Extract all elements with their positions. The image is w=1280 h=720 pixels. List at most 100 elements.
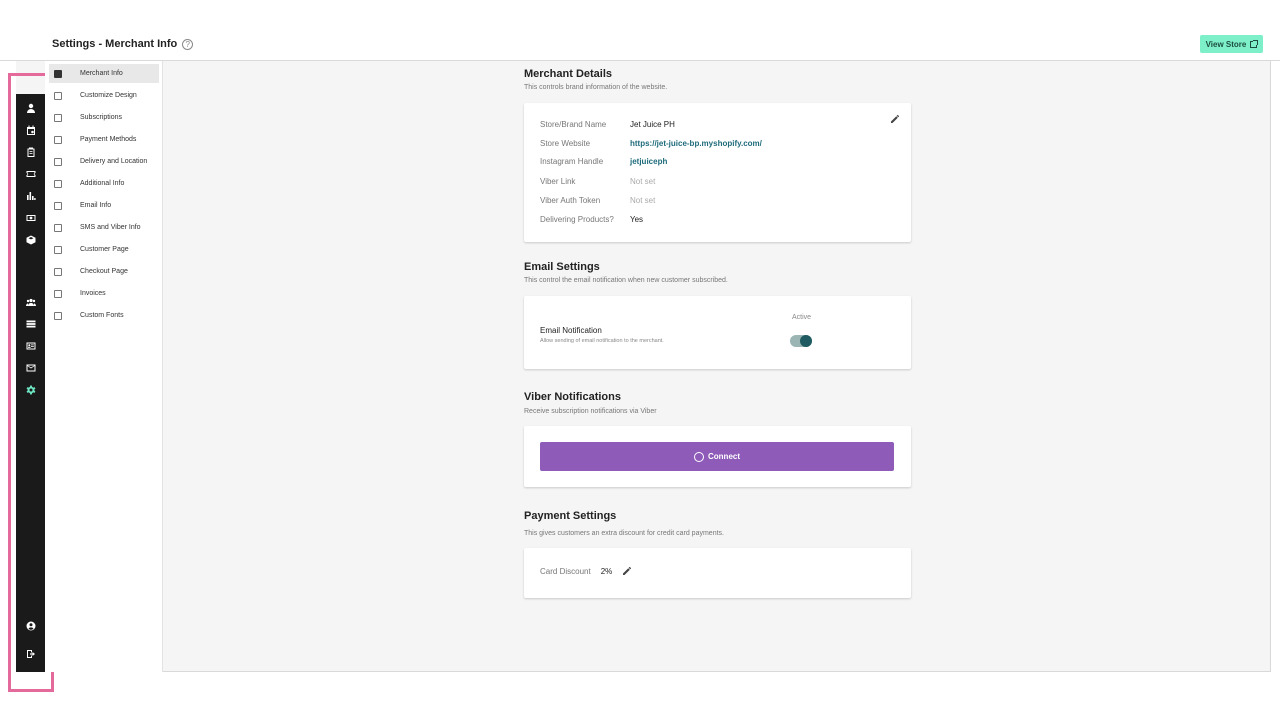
invoice-icon [54, 289, 62, 298]
nav-item-subscriptions[interactable]: Subscriptions [49, 108, 159, 127]
active-status-label: Active [792, 314, 812, 321]
email-notification-desc: Allow sending of email notification to t… [540, 338, 664, 344]
viber-notifications-title: Viber Notifications [524, 391, 621, 403]
nav-item-additional-info[interactable]: Additional Info [49, 174, 159, 193]
merchant-details-subtitle: This controls brand information of the w… [524, 84, 668, 91]
nav-label: Delivery and Location [80, 158, 148, 165]
instagram-link[interactable]: jetjuiceph [630, 157, 667, 166]
settings-nav: Merchant Info Customize Design Subscript… [45, 61, 163, 672]
icon-rail [16, 94, 45, 672]
page-title: Settings - Merchant Info ? [52, 38, 194, 50]
account-circle-icon[interactable] [16, 618, 45, 634]
credit-card-icon [54, 135, 62, 144]
payment-settings-card: Card Discount 2% [524, 548, 911, 598]
calendar-icon[interactable] [16, 122, 45, 138]
group-icon[interactable] [16, 294, 45, 310]
viber-card: Connect [524, 426, 911, 487]
money-icon[interactable] [16, 210, 45, 226]
field-value: Jet Juice PH [630, 120, 675, 129]
help-icon[interactable]: ? [182, 38, 194, 50]
connect-button[interactable]: Connect [540, 442, 894, 471]
connect-label: Connect [708, 452, 740, 461]
field-row: Viber Link Not set [540, 177, 655, 186]
edit-icon[interactable] [622, 566, 632, 576]
nav-label: Email Info [80, 202, 112, 209]
mail-icon [54, 201, 62, 210]
nav-label: SMS and Viber Info [80, 224, 141, 231]
field-label: Delivering Products? [540, 215, 614, 224]
field-row: Delivering Products? Yes [540, 215, 643, 224]
bar-chart-icon[interactable] [16, 188, 45, 204]
field-row: Store/Brand Name Jet Juice PH [540, 120, 675, 129]
field-row: Viber Auth Token Not set [540, 196, 655, 205]
ticket-icon[interactable] [16, 166, 45, 182]
nav-label: Subscriptions [80, 114, 123, 121]
person-icon[interactable] [16, 100, 45, 116]
field-label: Store/Brand Name [540, 120, 607, 129]
nav-label: Payment Methods [80, 136, 137, 143]
nav-label: Customer Page [80, 246, 129, 253]
document-icon [54, 179, 62, 188]
field-row: Store Website https://jet-juice-bp.myshop… [540, 139, 762, 148]
email-settings-title: Email Settings [524, 261, 600, 273]
nav-label: Custom Fonts [80, 312, 124, 319]
logout-icon[interactable] [16, 646, 45, 662]
nav-label: Invoices [80, 290, 106, 297]
card-discount-value: 2% [600, 566, 613, 576]
nav-item-checkout-page[interactable]: Checkout Page [49, 262, 159, 281]
nav-item-email-info[interactable]: Email Info [49, 196, 159, 215]
clipboard-icon[interactable] [16, 144, 45, 160]
payment-settings-subtitle: This gives customers an extra discount f… [524, 530, 724, 537]
nav-item-payment-methods[interactable]: Payment Methods [49, 130, 159, 149]
nav-label: Checkout Page [80, 268, 128, 275]
id-card-icon[interactable] [16, 338, 45, 354]
nav-item-customer-page[interactable]: Customer Page [49, 240, 159, 259]
card-discount-row: Card Discount 2% [540, 566, 632, 576]
nav-item-sms-viber[interactable]: SMS and Viber Info [49, 218, 159, 237]
field-value: Not set [630, 177, 656, 186]
store-website-link[interactable]: https://jet-juice-bp.myshopify.com/ [630, 139, 762, 148]
nav-label: Merchant Info [80, 70, 123, 77]
package-icon[interactable] [16, 232, 45, 248]
calendar-icon [54, 113, 62, 122]
merchant-info-icon [54, 69, 62, 78]
external-link-icon [1250, 39, 1259, 48]
email-notification-title: Email Notification [540, 326, 602, 335]
nav-item-customize-design[interactable]: Customize Design [49, 86, 159, 105]
field-label: Viber Link [540, 177, 576, 186]
brush-icon [54, 91, 62, 100]
gear-icon[interactable] [16, 382, 45, 398]
nav-item-delivery-location[interactable]: Delivery and Location [49, 152, 159, 171]
view-store-label: View Store [1205, 39, 1247, 49]
email-settings-subtitle: This control the email notification when… [524, 277, 728, 284]
email-notification-toggle[interactable] [790, 335, 812, 347]
field-label: Store Website [540, 139, 591, 148]
viber-notifications-subtitle: Receive subscription notifications via V… [524, 408, 657, 415]
viber-icon [694, 451, 704, 462]
nav-label: Additional Info [80, 180, 125, 187]
location-pin-icon [54, 157, 62, 166]
person-edit-icon [54, 245, 62, 254]
field-value: Not set [630, 196, 656, 205]
font-icon [54, 311, 62, 320]
nav-item-merchant-info[interactable]: Merchant Info [49, 64, 159, 83]
email-settings-card: Email Notification Allow sending of emai… [524, 296, 911, 369]
merchant-details-title: Merchant Details [524, 68, 613, 80]
payment-settings-title: Payment Settings [524, 510, 617, 522]
nav-item-custom-fonts[interactable]: Custom Fonts [49, 306, 159, 325]
edit-icon[interactable] [890, 111, 900, 123]
field-value: Yes [630, 215, 644, 224]
nav-item-invoices[interactable]: Invoices [49, 284, 159, 303]
mail-icon[interactable] [16, 360, 45, 376]
field-row: Instagram Handle jetjuiceph [540, 157, 667, 166]
list-icon[interactable] [16, 316, 45, 332]
card-discount-label: Card Discount [540, 566, 591, 576]
field-label: Viber Auth Token [540, 196, 601, 205]
phone-icon [54, 223, 62, 232]
merchant-details-card: Store/Brand Name Jet Juice PH Store Websi… [524, 103, 911, 242]
toggle-knob [800, 335, 812, 347]
field-label: Instagram Handle [540, 157, 604, 166]
nav-label: Customize Design [80, 92, 137, 99]
cart-icon [54, 267, 62, 276]
view-store-button[interactable]: View Store [1200, 35, 1263, 53]
